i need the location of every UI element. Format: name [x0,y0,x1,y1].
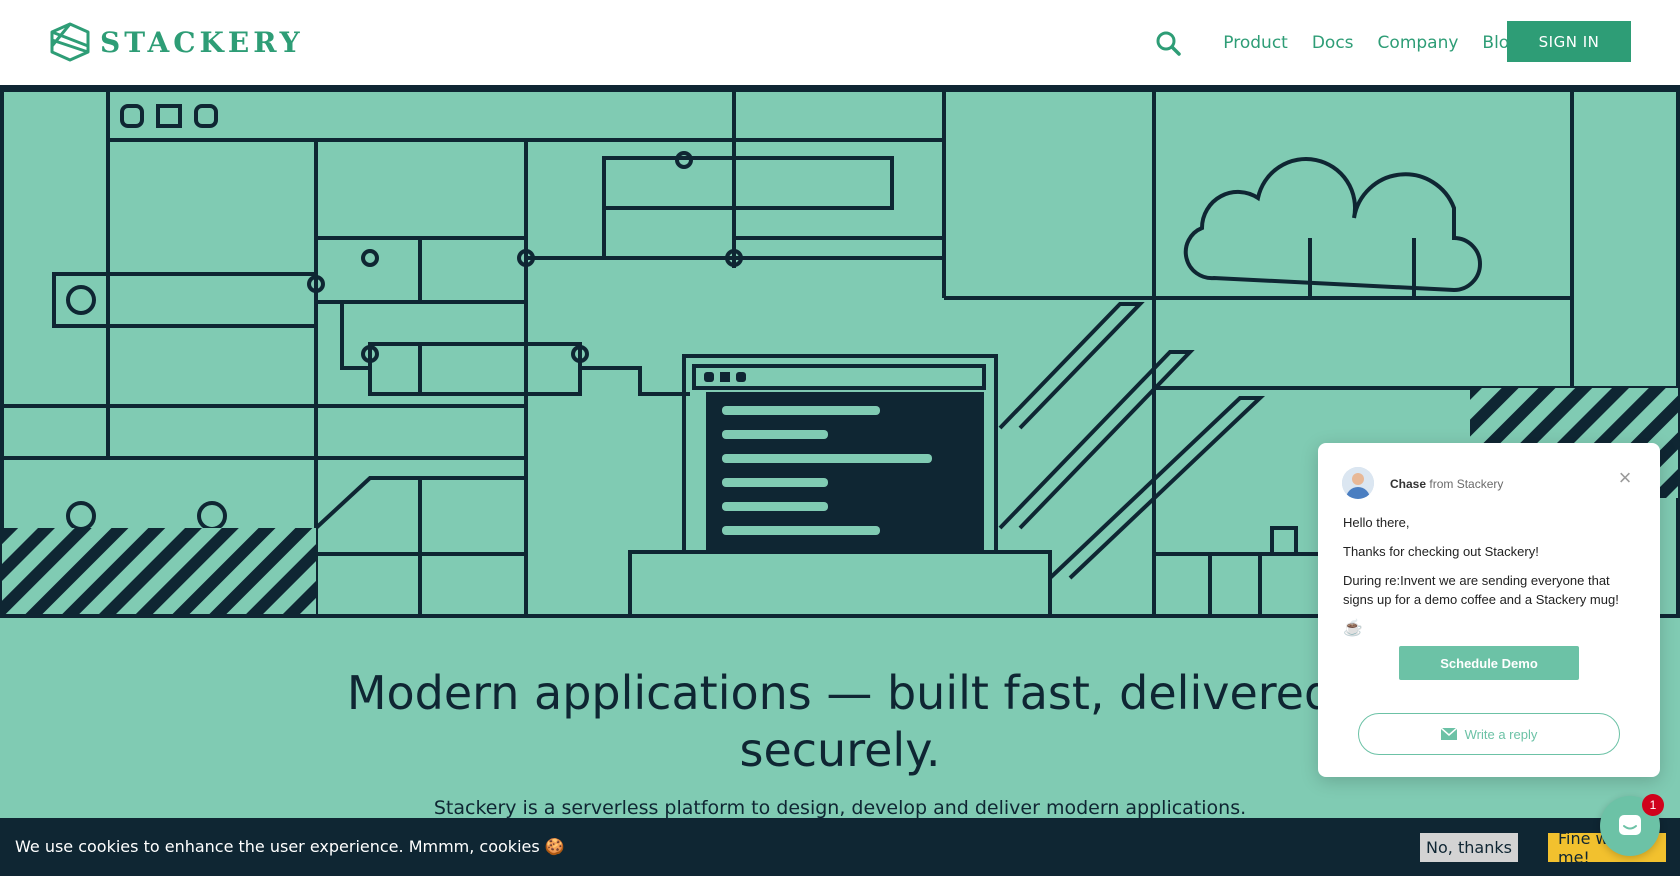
brand-name: STACKERY [100,25,304,59]
chat-bubble-icon [1619,815,1641,835]
nav-docs-link[interactable]: Docs [1312,33,1354,53]
cookie-decline-button[interactable]: No, thanks [1420,833,1518,862]
chat-message: During re:Invent we are sending everyone… [1343,573,1619,607]
coffee-emoji: ☕ [1343,620,1363,637]
chat-messages: Hello there, Thanks for checking out Sta… [1343,513,1643,638]
logo[interactable]: STACKERY [50,22,304,62]
close-icon[interactable]: × [1616,467,1634,489]
stackery-logo-icon [50,22,90,62]
reply-placeholder: Write a reply [1464,726,1538,742]
sender-org: from Stackery [1429,477,1504,491]
chat-message: Hello there, [1343,515,1410,530]
schedule-demo-button[interactable]: Schedule Demo [1399,646,1579,680]
site-header: STACKERY Product Docs Company Blog SIGN … [0,0,1680,88]
sender-name: Chase [1390,477,1427,491]
notification-badge: 1 [1642,794,1664,816]
chat-popup: Chase from Stackery × Hello there, Thank… [1318,443,1660,777]
envelope-icon [1440,728,1457,740]
reply-input[interactable]: Write a reply [1358,713,1620,755]
search-icon[interactable] [1155,30,1182,56]
chat-sender: Chase from Stackery [1390,477,1503,491]
avatar [1342,467,1374,499]
hero-subline: Stackery is a serverless platform to des… [433,797,1247,819]
hero-headline: Modern applications — built fast, delive… [346,666,1334,777]
main-nav: Product Docs Company Blog [1155,30,1520,56]
nav-company-link[interactable]: Company [1378,33,1459,53]
sign-in-button[interactable]: SIGN IN [1507,21,1631,62]
chat-message: Thanks for checking out Stackery! [1343,544,1539,559]
nav-product-link[interactable]: Product [1223,33,1288,53]
cookie-message: We use cookies to enhance the user exper… [15,837,565,856]
cookie-banner: We use cookies to enhance the user exper… [0,818,1680,876]
